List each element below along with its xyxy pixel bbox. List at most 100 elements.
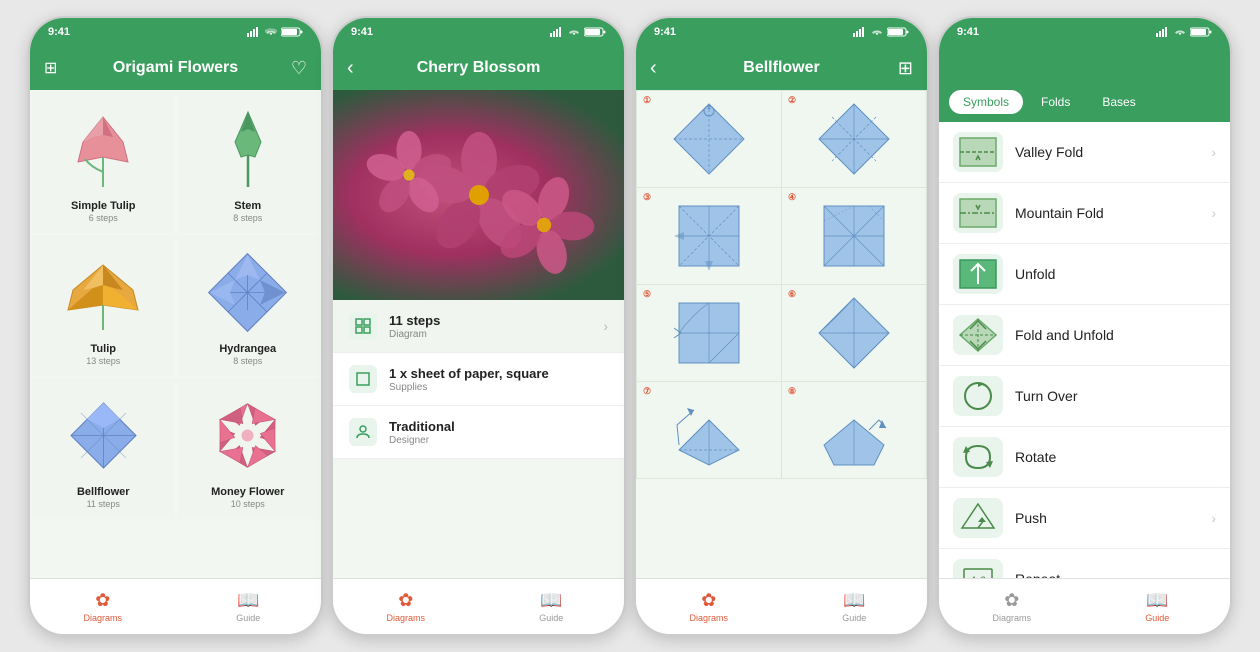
info-icon-designer xyxy=(349,418,377,446)
tab-diagrams-label-3: Diagrams xyxy=(689,613,728,623)
diagram-cell-3: ③ xyxy=(637,188,781,284)
tab-diagrams-label-4: Diagrams xyxy=(992,613,1031,623)
diagram-cell-7: ⑦ xyxy=(637,382,781,478)
step-6-diagram xyxy=(814,293,894,373)
flower-card-money-flower[interactable]: Money Flower 10 steps xyxy=(177,378,320,519)
step-num-6: ⑥ xyxy=(788,289,796,300)
tab-guide-4[interactable]: 📖 Guide xyxy=(1085,579,1231,634)
mountain-fold-label: Mountain Fold xyxy=(1015,205,1211,221)
tab-guide-3[interactable]: 📖 Guide xyxy=(782,579,928,634)
step-num-4: ④ xyxy=(788,192,796,203)
flower-card-tulip-simple[interactable]: Simple Tulip 6 steps xyxy=(32,92,175,233)
repeat-label: Repeat xyxy=(1015,571,1216,578)
step-7-diagram xyxy=(669,390,749,470)
diagram-cell-5: ⑤ xyxy=(637,285,781,381)
flower-list: Simple Tulip 6 steps Stem 8 steps xyxy=(30,90,321,578)
flower-card-tulip[interactable]: Tulip 13 steps xyxy=(32,235,175,376)
tab-diagrams-1[interactable]: ✿ Diagrams xyxy=(30,579,176,634)
valley-fold-icon xyxy=(956,134,1000,170)
guide-tab-symbols[interactable]: Symbols xyxy=(949,90,1023,114)
nav-bar-1: ⊞ Origami Flowers ♡ xyxy=(30,46,321,90)
flower-card-stem[interactable]: Stem 8 steps xyxy=(177,92,320,233)
cherry-flowers-bg xyxy=(333,90,624,300)
diagrams-tab-icon-2: ✿ xyxy=(398,590,413,611)
wifi-icon-4 xyxy=(1174,27,1186,37)
back-button-2[interactable]: ‹ xyxy=(347,57,354,80)
mountain-fold-icon xyxy=(956,195,1000,231)
symbol-row-valley-fold[interactable]: Valley Fold › xyxy=(939,122,1230,183)
back-button-3[interactable]: ‹ xyxy=(650,57,657,80)
step-2-diagram xyxy=(814,99,894,179)
status-icons-4 xyxy=(1156,27,1212,37)
tab-diagrams-4[interactable]: ✿ Diagrams xyxy=(939,579,1085,634)
flower-name-tulip: Tulip xyxy=(91,343,116,355)
cherry-content: 11 steps Diagram › 1 x sheet of paper, s… xyxy=(333,90,624,578)
signal-icon xyxy=(247,27,261,37)
tab-diagrams-2[interactable]: ✿ Diagrams xyxy=(333,579,479,634)
diagram-cell-8: ⑧ xyxy=(782,382,926,478)
repeat-icon-box: 4-6 xyxy=(953,559,1003,578)
person-icon-designer xyxy=(355,424,371,440)
tab-guide-label-4: Guide xyxy=(1145,613,1169,623)
push-chevron: › xyxy=(1211,510,1216,526)
hydrangea-icon xyxy=(205,250,290,335)
guide-nav-area: Symbols Folds Bases xyxy=(939,46,1230,122)
status-bar-2: 9:41 xyxy=(333,18,624,46)
grid-icon-left[interactable]: ⊞ xyxy=(44,58,57,78)
symbol-row-push[interactable]: Push › xyxy=(939,488,1230,549)
symbol-row-rotate: Rotate xyxy=(939,427,1230,488)
screens-container: 9:41 ⊞ Origami Flowers ♡ xyxy=(12,0,1248,652)
info-title-steps: 11 steps xyxy=(389,313,603,328)
status-time-1: 9:41 xyxy=(48,26,70,38)
nav-bar-2: ‹ Cherry Blossom xyxy=(333,46,624,90)
guide-tabs-container: Symbols Folds Bases xyxy=(939,90,1230,122)
battery-icon-2 xyxy=(584,27,606,37)
unfold-icon xyxy=(956,256,1000,292)
signal-icon-2 xyxy=(550,27,564,37)
tab-bar-1: ✿ Diagrams 📖 Guide xyxy=(30,578,321,634)
symbol-row-fold-unfold: Fold and Unfold xyxy=(939,305,1230,366)
fold-unfold-icon-box xyxy=(953,315,1003,355)
flower-name-stem: Stem xyxy=(234,200,261,212)
info-row-steps[interactable]: 11 steps Diagram › xyxy=(333,300,624,353)
step-5-diagram xyxy=(669,293,749,373)
nav-title-1: Origami Flowers xyxy=(113,59,238,77)
tab-guide-1[interactable]: 📖 Guide xyxy=(176,579,322,634)
diagram-cell-4: ④ xyxy=(782,188,926,284)
diagrams-tab-icon-3: ✿ xyxy=(701,590,716,611)
money-flower-icon xyxy=(205,393,290,478)
step-num-3: ③ xyxy=(643,192,651,203)
info-sub-steps: Diagram xyxy=(389,329,603,340)
guide-tab-icon-4: 📖 xyxy=(1146,590,1168,611)
nav-bar-3: ‹ Bellflower ⊞ xyxy=(636,46,927,90)
wifi-icon-2 xyxy=(568,27,580,37)
push-icon-box xyxy=(953,498,1003,538)
wifi-icon xyxy=(265,27,277,37)
bellflower-diagram-content: ① ② xyxy=(636,90,927,578)
unfold-icon-box xyxy=(953,254,1003,294)
guide-tab-folds[interactable]: Folds xyxy=(1027,90,1084,114)
valley-fold-chevron: › xyxy=(1211,144,1216,160)
tab-guide-label-3: Guide xyxy=(842,613,866,623)
signal-icon-3 xyxy=(853,27,867,37)
info-content-steps: 11 steps Diagram xyxy=(389,313,603,340)
flower-card-hydrangea[interactable]: Hydrangea 8 steps xyxy=(177,235,320,376)
guide-tab-bases[interactable]: Bases xyxy=(1088,90,1149,114)
diagrams-tab-icon-1: ✿ xyxy=(95,590,110,611)
diagrams-tab-icon-4: ✿ xyxy=(1004,590,1019,611)
symbol-row-mountain-fold[interactable]: Mountain Fold › xyxy=(939,183,1230,244)
info-row-supplies: 1 x sheet of paper, square Supplies xyxy=(333,353,624,406)
grid-icon-right-3[interactable]: ⊞ xyxy=(898,58,913,79)
bookmark-icon[interactable]: ♡ xyxy=(291,58,307,79)
phone-screen-3: 9:41 ‹ Bellflower ⊞ ① xyxy=(634,16,929,636)
bellflower-icon xyxy=(61,393,146,478)
flower-card-bellflower[interactable]: Bellflower 11 steps xyxy=(32,378,175,519)
info-content-designer: Traditional Designer xyxy=(389,419,608,446)
flower-steps-stem: 8 steps xyxy=(233,213,262,223)
tab-guide-2[interactable]: 📖 Guide xyxy=(479,579,625,634)
symbol-row-unfold: Unfold xyxy=(939,244,1230,305)
tulip-simple-icon xyxy=(63,107,143,192)
guide-tab-icon-3: 📖 xyxy=(843,590,865,611)
tab-diagrams-3[interactable]: ✿ Diagrams xyxy=(636,579,782,634)
status-bar-1: 9:41 xyxy=(30,18,321,46)
